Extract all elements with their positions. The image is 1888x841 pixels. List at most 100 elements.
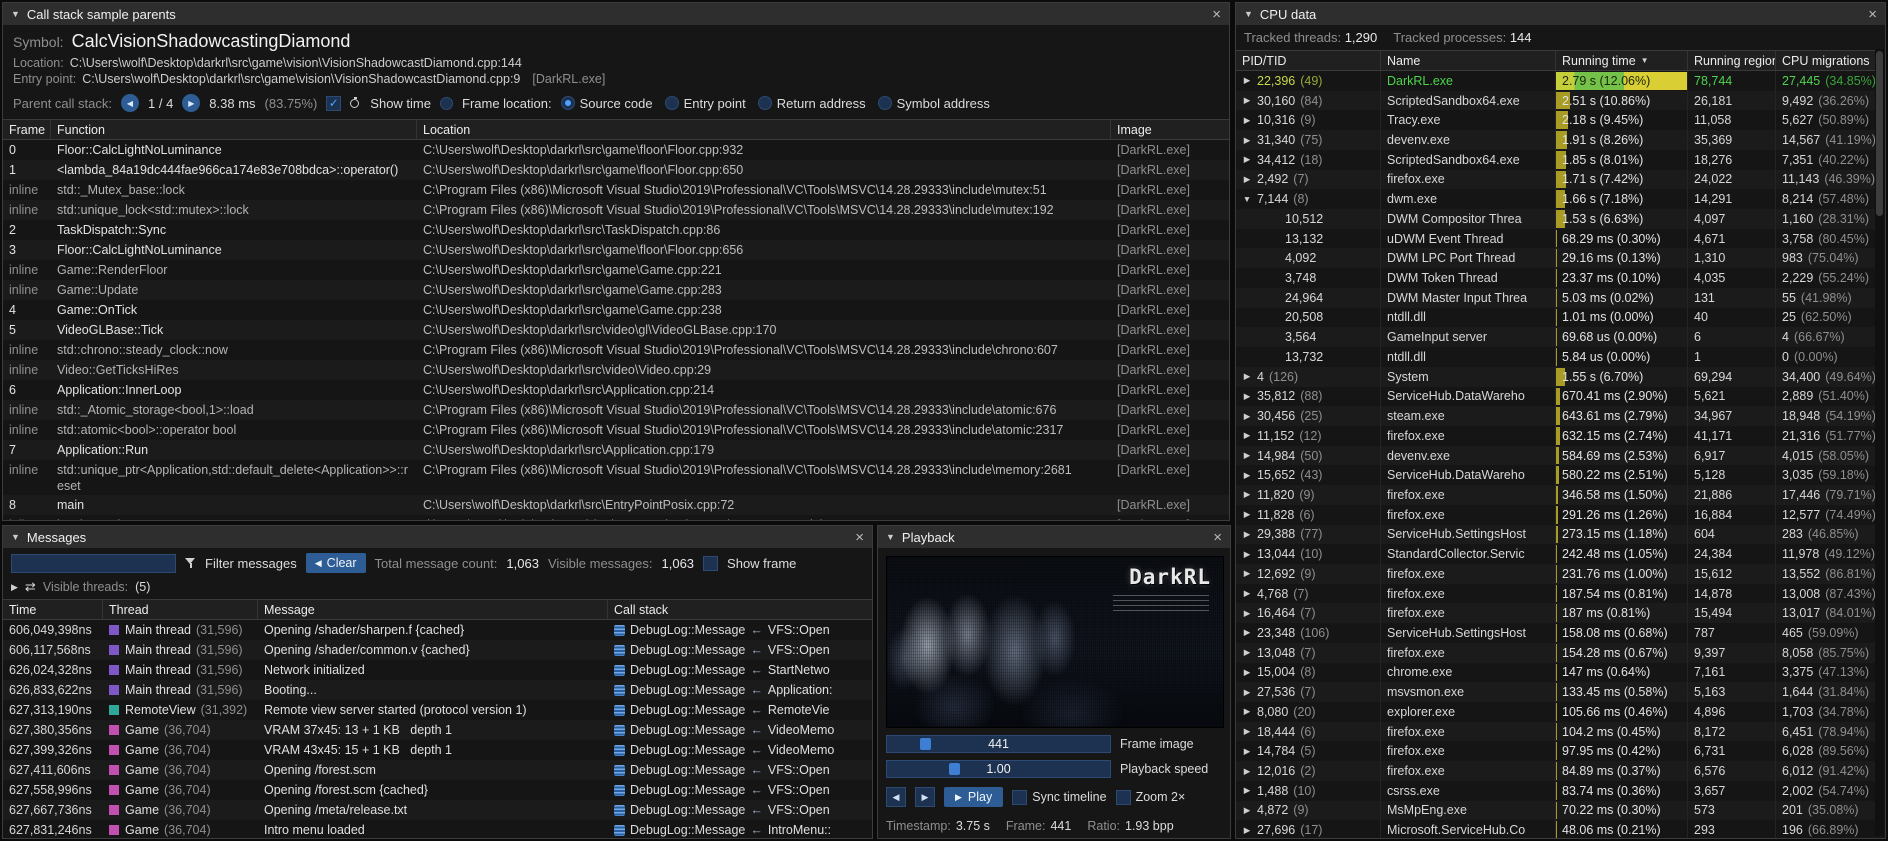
message-callstack[interactable]: DebugLog::Message ← VideoMemo <box>608 743 872 757</box>
expand-icon[interactable]: ▶ <box>1242 647 1252 658</box>
cpu-row[interactable]: ▶ 11,828 (6) firefox.exe 291.26 ms (1.26… <box>1236 505 1875 525</box>
collapse-icon[interactable]: ▼ <box>886 532 895 542</box>
radio-icon[interactable] <box>561 96 575 110</box>
cpu-row[interactable]: ▶ 15,004 (8) chrome.exe 147 ms (0.64%) 7… <box>1236 663 1875 683</box>
cpu-row[interactable]: ▶ 27,536 (7) msvsmon.exe 133.45 ms (0.58… <box>1236 682 1875 702</box>
message-row[interactable]: 627,667,736ns Game (36,704) Opening /met… <box>3 800 872 820</box>
cpu-row[interactable]: ▶ 13,048 (7) firefox.exe 154.28 ms (0.67… <box>1236 643 1875 663</box>
cpu-row[interactable]: ▶ 31,340 (75) devenv.exe 1.91 s (8.26%) … <box>1236 130 1875 150</box>
cpu-row[interactable]: ▶ 14,984 (50) devenv.exe 584.69 ms (2.53… <box>1236 446 1875 466</box>
speed-slider[interactable]: 1.00 <box>886 760 1111 778</box>
cpu-row[interactable]: ▶ 4 (126) System 1.55 s (6.70%) 69,294 3… <box>1236 367 1875 387</box>
cpu-row[interactable]: ▶ 16,464 (7) firefox.exe 187 ms (0.81%) … <box>1236 603 1875 623</box>
callstack-frame-row[interactable]: inline Video::GetTicksHiRes C:\Users\wol… <box>3 360 1229 380</box>
callstack-frame-row[interactable]: 4 Game::OnTick C:\Users\wolf\Desktop\dar… <box>3 300 1229 320</box>
expand-icon[interactable]: ▶ <box>1242 667 1252 678</box>
frame-slider[interactable]: 441 <box>886 735 1111 753</box>
message-callstack[interactable]: DebugLog::Message ← VFS::Open <box>608 803 872 817</box>
cpu-row[interactable]: ▶ 12,692 (9) firefox.exe 231.76 ms (1.00… <box>1236 564 1875 584</box>
close-icon[interactable]: × <box>1213 530 1222 545</box>
callstack-frame-row[interactable]: 2 TaskDispatch::Sync C:\Users\wolf\Deskt… <box>3 220 1229 240</box>
expand-icon[interactable]: ▶ <box>1242 509 1252 520</box>
col-cpu-migrations[interactable]: CPU migrations <box>1776 51 1875 70</box>
cpu-row[interactable]: ▶ 34,412 (18) ScriptedSandbox64.exe 1.85… <box>1236 150 1875 170</box>
message-callstack[interactable]: DebugLog::Message ← VFS::Open <box>608 783 872 797</box>
cpu-row[interactable]: 4,092 DWM LPC Port Thread 29.16 ms (0.13… <box>1236 248 1875 268</box>
expand-icon[interactable]: ▶ <box>1242 549 1252 560</box>
col-pid-tid[interactable]: PID/TID <box>1236 51 1381 70</box>
callstack-frame-row[interactable]: inline std::atomic<bool>::operator bool … <box>3 420 1229 440</box>
message-row[interactable]: 627,399,326ns Game (36,704) VRAM 43x45: … <box>3 740 872 760</box>
expand-icon[interactable]: ▶ <box>1242 174 1252 185</box>
radio-icon[interactable] <box>758 96 772 110</box>
expand-icon[interactable]: ▶ <box>1242 706 1252 717</box>
cpu-row[interactable]: ▶ 30,160 (84) ScriptedSandbox64.exe 2.51… <box>1236 91 1875 111</box>
message-row[interactable]: 627,831,246ns Game (36,704) Intro menu l… <box>3 820 872 838</box>
cpu-row[interactable]: ▶ 8,080 (20) explorer.exe 105.66 ms (0.4… <box>1236 702 1875 722</box>
cpu-row[interactable]: ▶ 29,388 (77) ServiceHub.SettingsHost 27… <box>1236 525 1875 545</box>
cpu-row[interactable]: ▶ 4,872 (9) MsMpEng.exe 70.22 ms (0.30%)… <box>1236 801 1875 821</box>
cpu-row[interactable]: ▶ 11,152 (12) firefox.exe 632.15 ms (2.7… <box>1236 426 1875 446</box>
sync-timeline-option[interactable]: Sync timeline <box>1012 790 1106 805</box>
cpu-data-titlebar[interactable]: ▼ CPU data × <box>1236 3 1885 25</box>
close-icon[interactable]: × <box>1868 7 1877 22</box>
expand-icon[interactable]: ▶ <box>1242 588 1252 599</box>
message-callstack[interactable]: DebugLog::Message ← VFS::Open <box>608 763 872 777</box>
frame-location-radio[interactable]: Entry point <box>665 96 746 111</box>
expand-icon[interactable]: ▶ <box>1242 411 1252 422</box>
message-callstack[interactable]: DebugLog::Message ← StartNetwo <box>608 663 872 677</box>
expand-icon[interactable]: ▶ <box>1242 726 1252 737</box>
callstack-frame-row[interactable]: 6 Application::InnerLoop C:\Users\wolf\D… <box>3 380 1229 400</box>
expand-icon[interactable]: ▶ <box>1242 95 1252 106</box>
cpu-row[interactable]: ▶ 18,444 (6) firefox.exe 104.2 ms (0.45%… <box>1236 722 1875 742</box>
cpu-scrollbar[interactable] <box>1875 49 1884 836</box>
expand-icon[interactable]: ▶ <box>1242 608 1252 619</box>
expand-icon[interactable]: ▶ <box>1242 766 1252 777</box>
close-icon[interactable]: × <box>1212 7 1221 22</box>
cpu-row[interactable]: ▶ 10,316 (9) Tracy.exe 2.18 s (9.45%) 11… <box>1236 110 1875 130</box>
cpu-row[interactable]: ▶ 30,456 (25) steam.exe 643.61 ms (2.79%… <box>1236 406 1875 426</box>
cpu-row[interactable]: ▶ 12,016 (2) firefox.exe 84.89 ms (0.37%… <box>1236 761 1875 781</box>
callstack-frame-row[interactable]: inline std::_Atomic_storage<bool,1>::loa… <box>3 400 1229 420</box>
cpu-row[interactable]: 13,732 ntdll.dll 5.84 us (0.00%) 1 0 (0.… <box>1236 347 1875 367</box>
expand-icon[interactable]: ▶ <box>1242 135 1252 146</box>
message-callstack[interactable]: DebugLog::Message ← VFS::Open <box>608 643 872 657</box>
callstack-frame-row[interactable]: 7 Application::Run C:\Users\wolf\Desktop… <box>3 440 1229 460</box>
expand-icon[interactable]: ▶ <box>1242 430 1252 441</box>
callstack-frame-row[interactable]: inline std::_Mutex_base::lock C:\Program… <box>3 180 1229 200</box>
cpu-row[interactable]: ▶ 35,812 (88) ServiceHub.DataWareho 670.… <box>1236 387 1875 407</box>
prev-parent-button[interactable]: ◀ <box>121 94 139 112</box>
playback-titlebar[interactable]: ▼ Playback × <box>878 526 1230 548</box>
callstack-frame-row[interactable]: 5 VideoGLBase::Tick C:\Users\wolf\Deskto… <box>3 320 1229 340</box>
cpu-row[interactable]: ▶ 1,488 (10) csrss.exe 83.74 ms (0.36%) … <box>1236 781 1875 801</box>
close-icon[interactable]: × <box>855 530 864 545</box>
callstack-frame-row[interactable]: inline std::unique_lock<std::mutex>::loc… <box>3 200 1229 220</box>
message-row[interactable]: 626,024,328ns Main thread (31,596) Netwo… <box>3 660 872 680</box>
expand-icon[interactable]: ▶ <box>1242 529 1252 540</box>
step-back-button[interactable]: ◀ <box>886 787 906 807</box>
callstack-frame-row[interactable]: inline Game::RenderFloor C:\Users\wolf\D… <box>3 260 1229 280</box>
cpu-row[interactable]: ▶ 27,696 (17) Microsoft.ServiceHub.Co 48… <box>1236 820 1875 838</box>
expand-icon[interactable]: ▶ <box>1242 115 1252 126</box>
messages-titlebar[interactable]: ▼ Messages × <box>3 526 872 548</box>
callstack-frame-row[interactable]: inline Game::Update C:\Users\wolf\Deskto… <box>3 280 1229 300</box>
cpu-row[interactable]: ▶ 13,044 (10) StandardCollector.Servic 2… <box>1236 544 1875 564</box>
cpu-row[interactable]: 20,508 ntdll.dll 1.01 ms (0.00%) 40 25 (… <box>1236 308 1875 328</box>
expand-icon[interactable]: ▼ <box>1242 194 1252 204</box>
callstack-frame-row[interactable]: 8 main C:\Users\wolf\Desktop\darkrl\src\… <box>3 495 1229 515</box>
message-row[interactable]: 627,558,996ns Game (36,704) Opening /for… <box>3 780 872 800</box>
cpu-row[interactable]: 3,748 DWM Token Thread 23.37 ms (0.10%) … <box>1236 268 1875 288</box>
cpu-row[interactable]: ▼ 7,144 (8) dwm.exe 1.66 s (7.18%) 14,29… <box>1236 189 1875 209</box>
expand-icon[interactable]: ▶ <box>1242 785 1252 796</box>
callstack-frame-row[interactable]: 3 Floor::CalcLightNoLuminance C:\Users\w… <box>3 240 1229 260</box>
step-forward-button[interactable]: ▶ <box>915 787 935 807</box>
message-row[interactable]: 627,313,190ns RemoteView (31,392) Remote… <box>3 700 872 720</box>
col-name[interactable]: Name <box>1381 51 1556 70</box>
frame-location-radio[interactable]: Source code <box>561 96 653 111</box>
message-row[interactable]: 606,117,568ns Main thread (31,596) Openi… <box>3 640 872 660</box>
expand-icon[interactable]: ▶ <box>1242 568 1252 579</box>
col-running-regions[interactable]: Running regions <box>1688 51 1776 70</box>
zoom-option[interactable]: Zoom 2× <box>1116 790 1186 805</box>
next-parent-button[interactable]: ▶ <box>182 94 200 112</box>
cpu-row[interactable]: 24,964 DWM Master Input Threa 5.03 ms (0… <box>1236 288 1875 308</box>
